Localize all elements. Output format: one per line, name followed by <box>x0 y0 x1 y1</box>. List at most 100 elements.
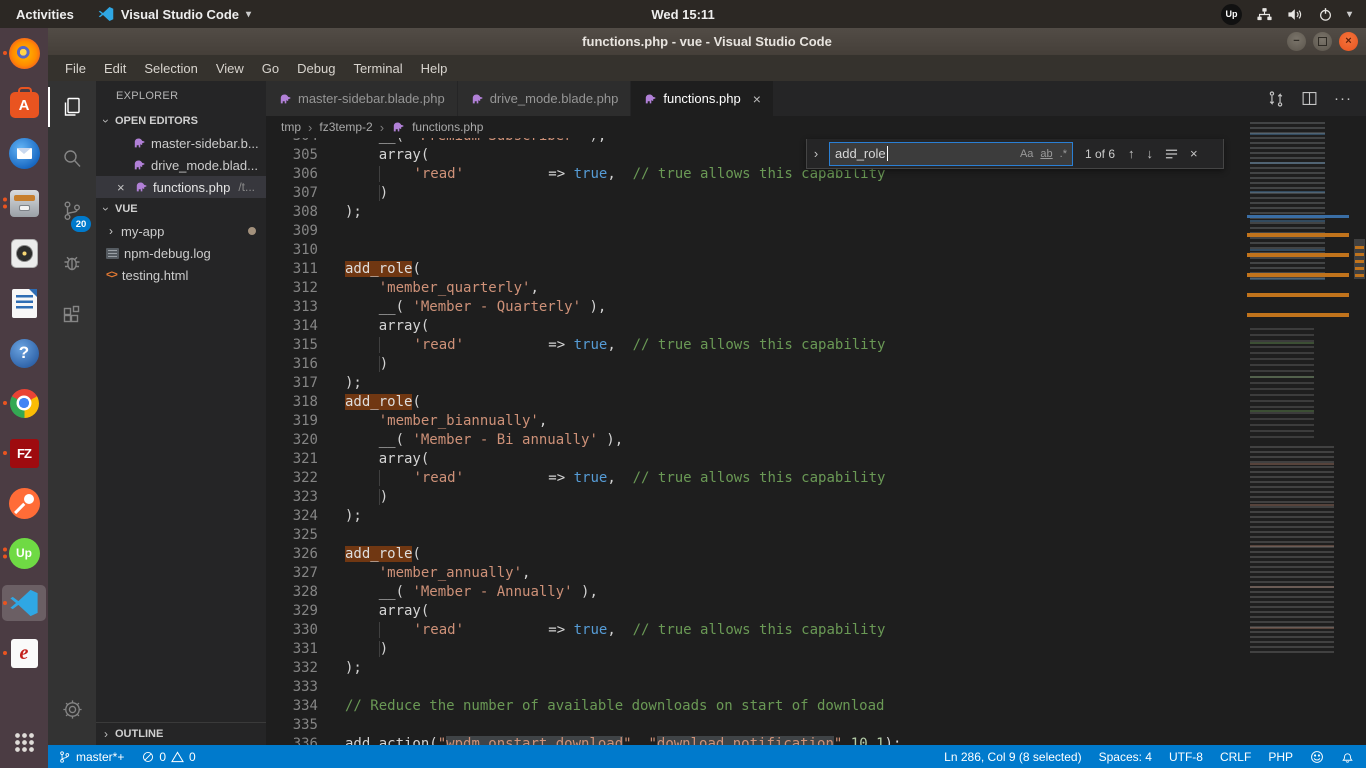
menu-help[interactable]: Help <box>412 58 457 79</box>
close-find-button[interactable]: × <box>1187 146 1201 161</box>
extensions-view-button[interactable] <box>48 289 96 341</box>
dock-item-vscode[interactable] <box>2 585 46 621</box>
menu-view[interactable]: View <box>207 58 253 79</box>
code-line[interactable]: 324); <box>266 507 1243 526</box>
code-line[interactable]: 336add_action("wpdm_onstart_download", "… <box>266 735 1243 745</box>
close-icon[interactable]: × <box>117 180 129 195</box>
code-line[interactable]: 318add_role( <box>266 393 1243 412</box>
code-line[interactable]: 308); <box>266 203 1243 222</box>
dock-item-filezilla[interactable]: FZ <box>2 435 46 471</box>
code-line[interactable]: 334// Reduce the number of available dow… <box>266 697 1243 716</box>
find-in-selection-button[interactable] <box>1162 148 1181 160</box>
dock-item-redapp[interactable]: e <box>2 635 46 671</box>
code-line[interactable]: 312 'member_quarterly', <box>266 279 1243 298</box>
code-line[interactable]: 316 ) <box>266 355 1243 374</box>
open-editor-item[interactable]: drive_mode.blad... <box>96 154 266 176</box>
code-line[interactable]: 310 <box>266 241 1243 260</box>
next-match-button[interactable]: ↓ <box>1144 146 1157 161</box>
explorer-view-button[interactable] <box>48 81 96 133</box>
app-menu-button[interactable]: Visual Studio Code ▾ <box>98 6 251 22</box>
code-line[interactable]: 329 array( <box>266 602 1243 621</box>
breadcrumb-item[interactable]: functions.php <box>412 120 483 134</box>
previous-match-button[interactable]: ↑ <box>1125 146 1138 161</box>
code-line[interactable]: 325 <box>266 526 1243 545</box>
minimap[interactable] <box>1243 116 1353 745</box>
code-line[interactable]: 327 'member_annually', <box>266 564 1243 583</box>
source-control-view-button[interactable]: 20 <box>48 185 96 237</box>
dock-item-software[interactable]: A <box>2 85 46 121</box>
cursor-position[interactable]: Ln 286, Col 9 (8 selected) <box>944 750 1081 764</box>
code-line[interactable]: 326add_role( <box>266 545 1243 564</box>
notifications-button[interactable] <box>1341 750 1354 764</box>
tree-item-file[interactable]: npm-debug.log <box>96 242 266 264</box>
open-editor-item-active[interactable]: × functions.php /t... <box>96 176 266 198</box>
code-area[interactable]: 304 __( 'Premium Subscriber' ),305 array… <box>266 138 1243 745</box>
code-line[interactable]: 330 'read' => true, // true allows this … <box>266 621 1243 640</box>
dock-item-rhythmbox[interactable] <box>2 235 46 271</box>
close-button[interactable]: × <box>1339 32 1358 51</box>
code-line[interactable]: 314 array( <box>266 317 1243 336</box>
menu-file[interactable]: File <box>56 58 95 79</box>
code-line[interactable]: 311add_role( <box>266 260 1243 279</box>
problems-indicator[interactable]: 0 0 <box>142 750 195 764</box>
menu-go[interactable]: Go <box>253 58 288 79</box>
maximize-button[interactable] <box>1313 32 1332 51</box>
regex-button[interactable]: .* <box>1060 148 1067 160</box>
clock[interactable]: Wed 15:11 <box>651 7 714 22</box>
tree-item-folder[interactable]: › my-app <box>96 220 266 242</box>
manage-button[interactable] <box>48 683 96 735</box>
breadcrumb-item[interactable]: fz3temp-2 <box>319 120 372 134</box>
menu-terminal[interactable]: Terminal <box>344 58 411 79</box>
close-icon[interactable]: × <box>753 91 761 107</box>
open-editor-item[interactable]: master-sidebar.b... <box>96 132 266 154</box>
tab-master-sidebar.blade.php[interactable]: master-sidebar.blade.php <box>266 81 458 116</box>
match-case-button[interactable]: Aa <box>1020 148 1033 160</box>
editor-scrollbar[interactable] <box>1353 116 1366 745</box>
dock-item-help[interactable]: ? <box>2 335 46 371</box>
workspace-header[interactable]: › VUE <box>96 198 266 220</box>
code-line[interactable]: 333 <box>266 678 1243 697</box>
menu-edit[interactable]: Edit <box>95 58 135 79</box>
code-line[interactable]: 319 'member_biannually', <box>266 412 1243 431</box>
code-line[interactable]: 309 <box>266 222 1243 241</box>
system-status-area[interactable]: Up ▾ <box>1221 4 1366 25</box>
dock-item-postman[interactable] <box>2 485 46 521</box>
feedback-button[interactable] <box>1310 750 1324 764</box>
code-line[interactable]: 320 __( 'Member - Bi annually' ), <box>266 431 1243 450</box>
breadcrumb-item[interactable]: tmp <box>281 120 301 134</box>
language-indicator[interactable]: PHP <box>1268 750 1293 764</box>
split-editor-icon[interactable] <box>1301 90 1318 107</box>
dock-item-writer[interactable] <box>2 285 46 321</box>
open-editors-header[interactable]: › OPEN EDITORS <box>96 110 266 132</box>
encoding-indicator[interactable]: UTF-8 <box>1169 750 1203 764</box>
window-title-bar[interactable]: functions.php - vue - Visual Studio Code… <box>48 28 1366 55</box>
code-line[interactable]: 317); <box>266 374 1243 393</box>
code-line[interactable]: 323 ) <box>266 488 1243 507</box>
debug-view-button[interactable] <box>48 237 96 289</box>
minimize-button[interactable]: − <box>1287 32 1306 51</box>
dock-item-upwork[interactable]: Up <box>2 535 46 571</box>
code-line[interactable]: 313 __( 'Member - Quarterly' ), <box>266 298 1243 317</box>
outline-section[interactable]: › OUTLINE <box>96 722 266 745</box>
show-applications-button[interactable] <box>2 724 46 760</box>
activities-button[interactable]: Activities <box>16 7 74 22</box>
scrollbar-thumb[interactable] <box>1354 239 1365 279</box>
menu-debug[interactable]: Debug <box>288 58 344 79</box>
indentation-indicator[interactable]: Spaces: 4 <box>1099 750 1152 764</box>
code-line[interactable]: 331 ) <box>266 640 1243 659</box>
dock-item-files[interactable] <box>2 185 46 221</box>
tab-functions.php[interactable]: functions.php× <box>631 81 774 116</box>
tree-item-file[interactable]: <> testing.html <box>96 264 266 286</box>
whole-word-button[interactable]: ab <box>1040 148 1052 160</box>
dock-item-firefox[interactable] <box>2 35 46 71</box>
code-line[interactable]: 332); <box>266 659 1243 678</box>
code-line[interactable]: 307 ) <box>266 184 1243 203</box>
branch-indicator[interactable]: master*+ <box>58 750 124 764</box>
tab-drive_mode.blade.php[interactable]: drive_mode.blade.php <box>458 81 632 116</box>
dock-item-thunderbird[interactable] <box>2 135 46 171</box>
code-line[interactable]: 335 <box>266 716 1243 735</box>
code-line[interactable]: 322 'read' => true, // true allows this … <box>266 469 1243 488</box>
code-line[interactable]: 321 array( <box>266 450 1243 469</box>
more-actions-icon[interactable]: ··· <box>1334 90 1352 107</box>
toggle-replace-icon[interactable]: › <box>809 146 823 161</box>
